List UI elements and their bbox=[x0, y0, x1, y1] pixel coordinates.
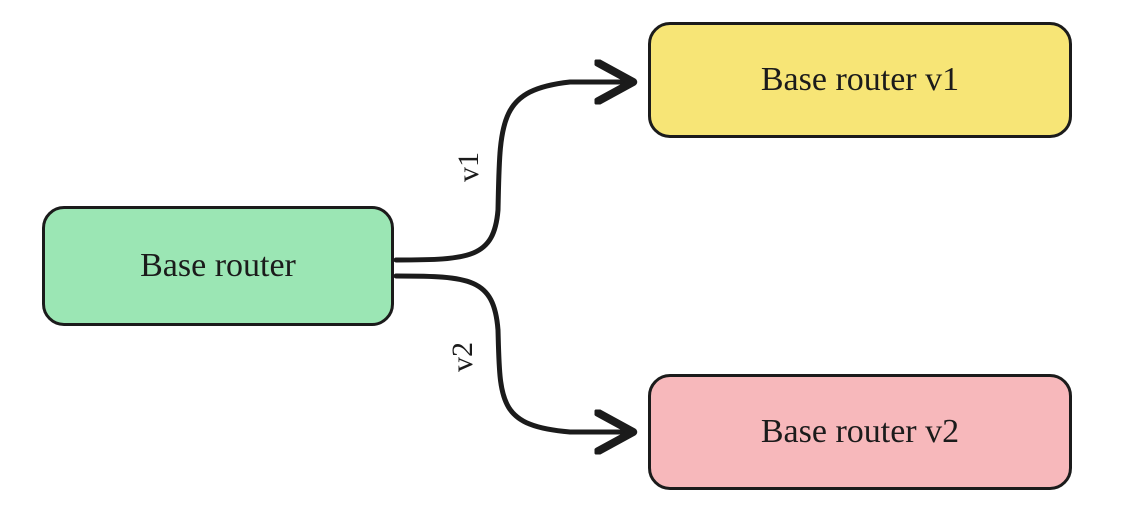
node-base-router-v1: Base router v1 bbox=[648, 22, 1072, 138]
edge-label-v1: v1 bbox=[452, 152, 486, 182]
node-base-router-v2-label: Base router v2 bbox=[761, 413, 959, 451]
node-base-router: Base router bbox=[42, 206, 394, 326]
node-base-router-v2: Base router v2 bbox=[648, 374, 1072, 490]
edge-root-to-v1 bbox=[396, 82, 630, 260]
node-base-router-label: Base router bbox=[140, 247, 296, 285]
edge-root-to-v2 bbox=[396, 276, 630, 432]
edge-label-v2: v2 bbox=[446, 342, 480, 372]
node-base-router-v1-label: Base router v1 bbox=[761, 61, 959, 99]
diagram-canvas: Base router Base router v1 Base router v… bbox=[0, 0, 1126, 511]
